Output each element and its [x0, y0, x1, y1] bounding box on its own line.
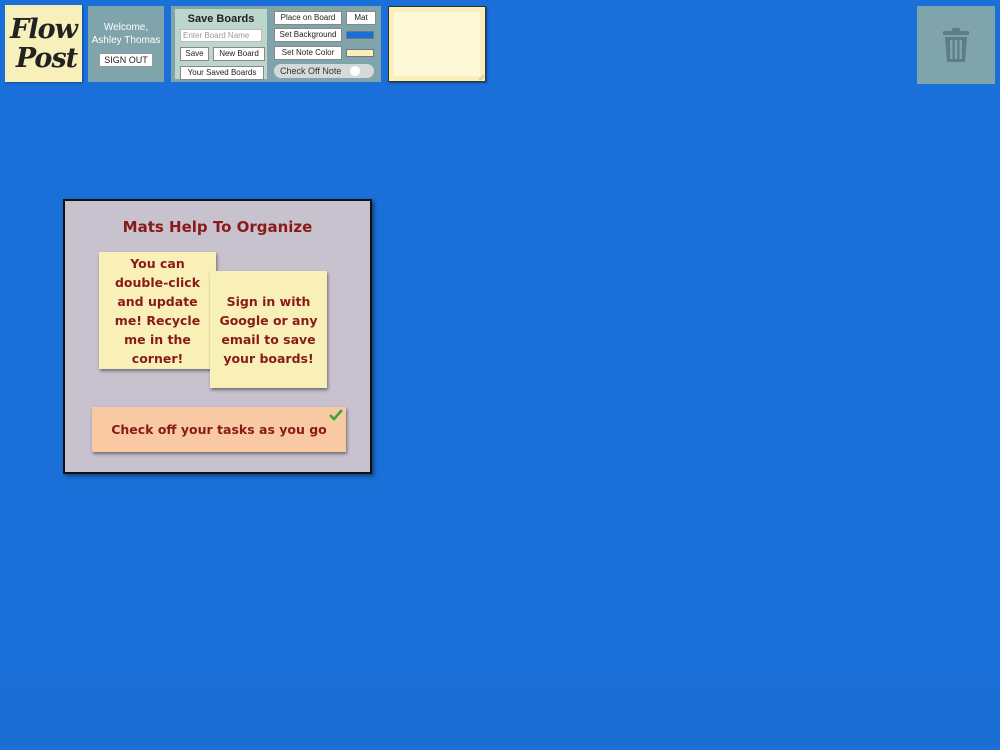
board-controls-panel: Save Boards Save New Board Your Saved Bo…: [171, 6, 381, 82]
trash-can-icon: [943, 28, 969, 62]
user-panel: Welcome, Ashley Thomas SIGN OUT: [88, 6, 164, 82]
check-off-note-toggle[interactable]: Check Off Note: [274, 64, 374, 78]
task-note[interactable]: Check off your tasks as you go: [92, 407, 346, 452]
organizing-mat[interactable]: Mats Help To Organize You can double-cli…: [63, 199, 372, 474]
note-text: Sign in with Google or any email to save…: [219, 293, 318, 366]
board-name-input[interactable]: [180, 29, 262, 42]
set-background-button[interactable]: Set Background: [274, 28, 342, 42]
save-boards-box: Save Boards Save New Board Your Saved Bo…: [175, 9, 267, 80]
sticky-note[interactable]: You can double-click and update me! Recy…: [99, 252, 216, 369]
note-color-swatch[interactable]: [346, 49, 374, 57]
flow-post-logo: Flow Post: [5, 5, 82, 82]
welcome-text: Welcome,: [103, 22, 149, 33]
logo-line-1: Flow: [10, 13, 78, 45]
sticky-note[interactable]: Sign in with Google or any email to save…: [210, 271, 327, 388]
note-text: Check off your tasks as you go: [111, 422, 327, 437]
toggle-knob: [350, 66, 360, 76]
save-boards-title: Save Boards: [187, 13, 255, 25]
new-note-preview-inner: [394, 12, 480, 76]
save-button[interactable]: Save: [180, 47, 209, 61]
new-board-button[interactable]: New Board: [213, 47, 265, 61]
trash-drop-zone[interactable]: [917, 6, 995, 84]
check-off-note-label: Check Off Note: [280, 66, 342, 76]
set-note-color-button[interactable]: Set Note Color: [274, 46, 342, 60]
saved-boards-button[interactable]: Your Saved Boards: [180, 66, 264, 80]
mat-button[interactable]: Mat: [346, 11, 376, 25]
sign-out-button[interactable]: SIGN OUT: [99, 53, 153, 67]
new-note-preview[interactable]: [388, 6, 486, 82]
logo-line-2: Post: [15, 42, 78, 74]
board-background-strip: [0, 683, 1000, 750]
place-on-board-button[interactable]: Place on Board: [274, 11, 342, 25]
background-color-swatch[interactable]: [346, 31, 374, 39]
mat-title: Mats Help To Organize: [122, 218, 313, 236]
check-mark-icon[interactable]: [329, 409, 343, 421]
resize-grip-icon[interactable]: [478, 74, 484, 80]
note-text: You can double-click and update me! Recy…: [114, 255, 201, 366]
user-name: Ashley Thomas: [91, 35, 161, 46]
